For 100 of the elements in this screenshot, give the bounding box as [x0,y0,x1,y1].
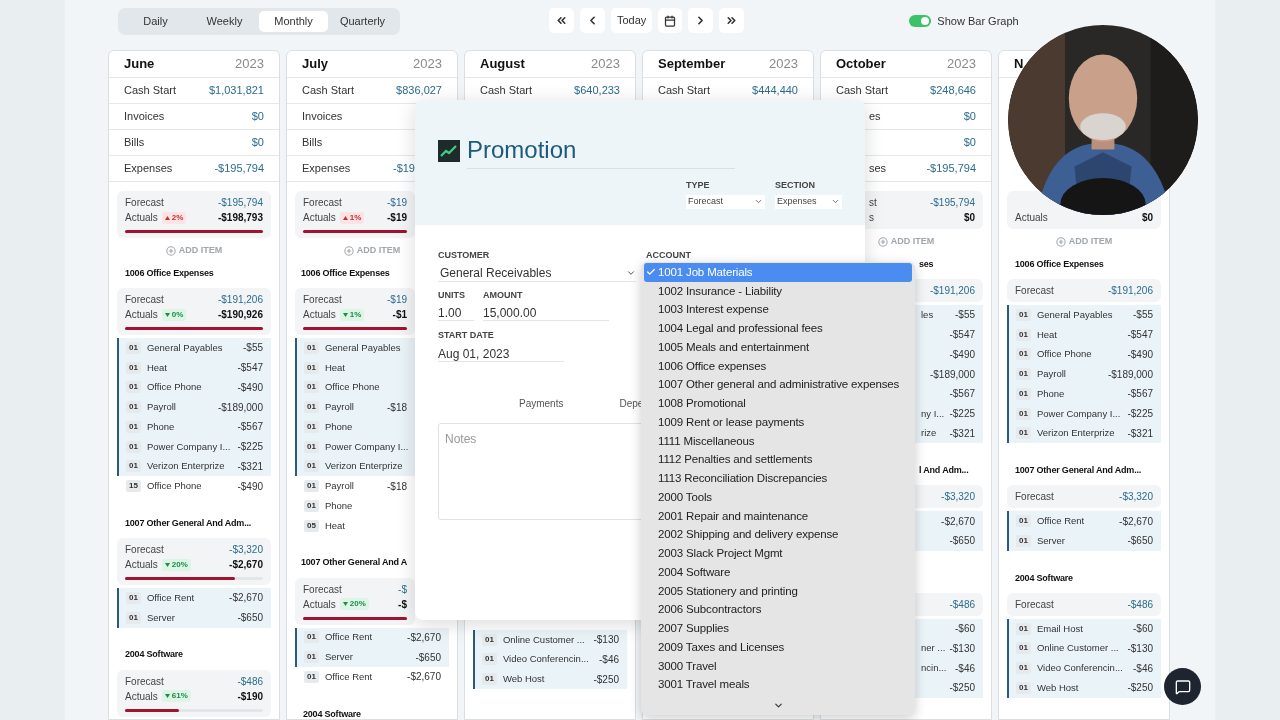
summary-value: $640,233 [574,83,620,99]
year-label: 2023 [413,55,442,74]
forecast-label: Forecast [1015,284,1054,298]
expense-name: Server [324,650,353,664]
expense-name: General Payables [324,340,401,355]
year-label: 2023 [947,55,976,74]
expense-amount: -$189,000 [929,367,975,382]
expense-name: Payroll [324,400,354,414]
summary-label: Invoices [302,109,343,125]
expense-name: Server [1036,533,1065,548]
actuals-value: -$19 [387,211,407,225]
expense-amount: -$547 [237,361,263,376]
forecast-label: Forecast [303,196,342,210]
expense-amount: -$2,670 [407,630,441,645]
expense-name: Heat [1036,327,1057,342]
group-title: l And Adm... [919,464,969,477]
field-label: UNITS [438,288,465,302]
toggle-label: Show Bar Graph [937,14,1019,29]
expense-name: Phone [146,419,175,434]
summary-label: Cash Start [480,83,532,99]
field-label: SECTION [775,179,816,192]
count-tag: 01 [304,460,319,473]
count-tag: 01 [304,631,319,644]
expense-amount: -$130 [1127,641,1153,656]
count-tag: 01 [304,341,319,354]
field-label: START DATE [438,329,494,342]
expense-amount: -$490 [237,380,263,395]
actuals-value: -$2,670 [229,558,263,572]
expense-name: Verizon Enterprize [146,459,225,474]
change-percent: 20% [349,598,366,610]
expense-amount: -$2,670 [1119,514,1153,529]
group-title: ses [919,257,934,271]
expense-name: Verizon Enterprize [324,459,403,474]
actuals-value: $0 [963,211,975,225]
count-tag: 01 [1016,348,1031,361]
forecast-label: Forecast [125,196,164,210]
expense-name: Web Host [1036,680,1079,695]
year-label: 2023 [591,55,620,74]
count-tag: 01 [482,673,497,686]
actuals-value: -$190 [237,689,263,704]
change-percent: 2% [171,211,184,224]
change-percent: 0% [171,308,184,321]
count-tag: 01 [304,381,319,394]
expense-amount: -$567 [1127,387,1153,402]
forecast-value: -$3,320 [229,543,263,557]
year-label: 2023 [769,55,798,74]
expense-amount: -$46 [955,661,975,676]
count-tag: 01 [126,420,141,433]
summary-label: Cash Start [836,83,888,99]
actuals-label: Actuals [125,308,158,322]
expense-amount: -$547 [949,328,975,343]
count-tag: 01 [126,440,141,453]
expense-amount: -$321 [1127,426,1153,441]
group-title: 1006 Office Expenses [125,266,214,280]
forecast-label: Forecast [303,582,342,597]
summary-value: $0 [963,109,976,125]
summary-label: Expenses [302,161,351,177]
expense-amount: -$321 [949,426,975,441]
count-tag: 01 [482,653,497,666]
summary-label: Invoices [124,109,165,125]
summary-value: -$195,794 [214,161,264,177]
expense-amount: -$18 [387,479,407,494]
expense-amount: -$490 [237,479,263,494]
group-title: 1007 Other General And Adm... [1015,464,1142,477]
field-label: AMOUNT [483,288,523,302]
summary-value: -$19 [392,161,415,177]
expense-name: Server [146,610,175,625]
expense-amount: -$650 [415,650,441,665]
count-tag: 01 [304,499,319,512]
forecast-value: -$486 [1127,597,1153,612]
summary-label: Cash Start [124,83,176,99]
forecast-label: Forecast [1015,490,1054,505]
forecast-label: Forecast [1015,597,1054,612]
count-tag: 01 [304,651,319,664]
summary-label: ses [869,161,887,177]
forecast-value: -$191,206 [217,293,263,307]
expense-name: Office Phone [324,380,380,395]
group-title: 1007 Other General And A [301,556,408,570]
expense-amount: -$490 [1127,347,1153,362]
forecast-value: -$195,794 [929,196,975,210]
expense-amount: -$225 [1127,407,1153,422]
count-tag: 01 [1016,622,1031,635]
actuals-value: -$1 [392,308,407,322]
count-tag: 01 [304,480,319,493]
month-title: July [302,55,328,74]
forecast-value: -$3,320 [1119,490,1153,505]
actuals-label: Actuals [125,211,158,225]
expense-name: Power Company I... [1036,406,1121,421]
expense-amount: -$46 [599,652,619,667]
expense-name: Office Phone [146,479,202,493]
summary-value: $444,440 [752,83,798,99]
summary-label: Expenses [124,161,173,177]
change-percent: 20% [171,558,188,571]
group-title: 1007 Other General And Adm... [125,516,252,530]
change-percent: 1% [349,211,362,224]
forecast-value: -$191,206 [929,284,975,298]
expense-name: Video Conferencin... [1036,661,1123,675]
forecast-value: -$19 [387,293,407,307]
expense-amount: -$650 [949,534,975,549]
forecast-label: Forecast [303,293,342,307]
